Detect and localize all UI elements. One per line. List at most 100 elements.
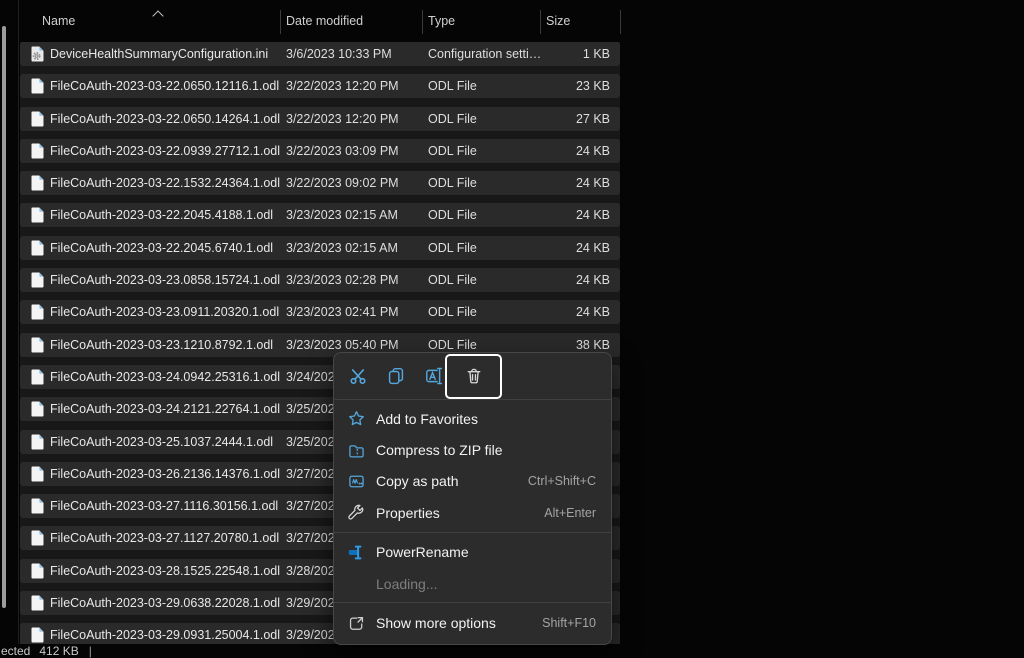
cut-icon[interactable] <box>339 357 377 395</box>
file-date-modified: 3/23/2023 02:28 PM <box>286 273 399 287</box>
file-type: ODL File <box>428 144 477 158</box>
file-name: FileCoAuth-2023-03-29.0638.22028.1.odl <box>50 596 280 610</box>
file-name: FileCoAuth-2023-03-27.1127.20780.1.odl <box>50 531 279 545</box>
file-date-modified: 3/24/202 <box>286 370 335 384</box>
file-name: FileCoAuth-2023-03-22.2045.6740.1.odl <box>50 241 273 255</box>
column-divider[interactable] <box>280 10 281 34</box>
zip-folder-icon <box>348 442 365 459</box>
odl-file-icon <box>31 240 44 256</box>
file-name: FileCoAuth-2023-03-22.1532.24364.1.odl <box>50 176 280 190</box>
file-size: 24 KB <box>576 176 610 190</box>
menu-divider <box>334 532 611 533</box>
file-date-modified: 3/23/2023 02:15 AM <box>286 208 398 222</box>
status-size-text: 412 KB <box>39 644 78 658</box>
odl-file-icon <box>31 111 44 127</box>
file-row[interactable]: DeviceHealthSummaryConfiguration.ini 3/6… <box>20 42 620 66</box>
context-menu-item[interactable]: Loading... <box>334 568 611 599</box>
file-date-modified: 3/22/2023 03:09 PM <box>286 144 399 158</box>
file-size: 24 KB <box>576 241 610 255</box>
file-row[interactable]: FileCoAuth-2023-03-22.1532.24364.1.odl 3… <box>20 171 620 195</box>
power-rename-icon <box>348 544 365 561</box>
context-menu-items: Add to Favorites Compress to ZIP file Co… <box>334 400 611 639</box>
odl-file-icon <box>31 337 44 353</box>
file-type: ODL File <box>428 176 477 190</box>
odl-file-icon <box>31 304 44 320</box>
context-menu-item[interactable]: Properties Alt+Enter <box>334 497 611 528</box>
column-header-date-modified[interactable]: Date modified <box>286 14 363 28</box>
context-menu-item[interactable]: Compress to ZIP file <box>334 434 611 465</box>
file-date-modified: 3/22/2023 12:20 PM <box>286 79 399 93</box>
delete-focus-ring <box>445 354 502 399</box>
file-name: FileCoAuth-2023-03-26.2136.14376.1.odl <box>50 467 280 481</box>
pane-divider <box>18 0 19 658</box>
file-date-modified: 3/27/202 <box>286 467 335 481</box>
status-selection-text: ected <box>1 644 30 658</box>
column-header-type[interactable]: Type <box>428 14 455 28</box>
column-divider[interactable] <box>422 10 423 34</box>
context-menu-item[interactable]: PowerRename <box>334 537 611 568</box>
file-size: 1 KB <box>583 47 610 61</box>
context-menu: Add to Favorites Compress to ZIP file Co… <box>333 352 612 645</box>
file-name: FileCoAuth-2023-03-25.1037.2444.1.odl <box>50 435 273 449</box>
odl-file-icon <box>31 401 44 417</box>
file-type: ODL File <box>428 208 477 222</box>
odl-file-icon <box>31 627 44 643</box>
odl-file-icon <box>31 530 44 546</box>
file-row[interactable]: FileCoAuth-2023-03-22.2045.6740.1.odl 3/… <box>20 236 620 260</box>
file-type: Configuration setti… <box>428 47 541 61</box>
file-size: 24 KB <box>576 305 610 319</box>
odl-file-icon <box>31 466 44 482</box>
file-row[interactable]: FileCoAuth-2023-03-22.0650.14264.1.odl 3… <box>20 107 620 131</box>
file-row[interactable]: FileCoAuth-2023-03-22.0939.27712.1.odl 3… <box>20 139 620 163</box>
file-name: FileCoAuth-2023-03-29.0931.25004.1.odl <box>50 628 280 642</box>
file-name: FileCoAuth-2023-03-22.0650.14264.1.odl <box>50 112 280 126</box>
file-size: 24 KB <box>576 273 610 287</box>
column-header-size[interactable]: Size <box>546 14 570 28</box>
file-type: ODL File <box>428 338 477 352</box>
copy-icon[interactable] <box>377 357 415 395</box>
file-date-modified: 3/22/2023 09:02 PM <box>286 176 399 190</box>
file-row[interactable]: FileCoAuth-2023-03-22.0650.12116.1.odl 3… <box>20 74 620 98</box>
file-size: 23 KB <box>576 79 610 93</box>
file-name: FileCoAuth-2023-03-24.2121.22764.1.odl <box>50 402 280 416</box>
file-name: FileCoAuth-2023-03-22.0650.12116.1.odl <box>50 79 279 93</box>
column-header-name[interactable]: Name <box>42 14 75 28</box>
file-type: ODL File <box>428 305 477 319</box>
file-date-modified: 3/25/202 <box>286 435 335 449</box>
context-menu-item[interactable]: Copy as path Ctrl+Shift+C <box>334 466 611 497</box>
show-more-icon <box>348 615 365 632</box>
file-date-modified: 3/29/202 <box>286 628 335 642</box>
odl-file-icon <box>31 78 44 94</box>
star-icon <box>348 410 365 427</box>
file-name: FileCoAuth-2023-03-23.0911.20320.1.odl <box>50 305 279 319</box>
file-name: FileCoAuth-2023-03-23.0858.15724.1.odl <box>50 273 280 287</box>
file-row[interactable]: FileCoAuth-2023-03-23.0911.20320.1.odl 3… <box>20 300 620 324</box>
odl-file-icon <box>31 175 44 191</box>
status-divider: | <box>89 644 92 658</box>
left-pane-scrollbar[interactable] <box>2 26 6 608</box>
file-name: FileCoAuth-2023-03-24.0942.25316.1.odl <box>50 370 280 384</box>
file-type: ODL File <box>428 273 477 287</box>
column-divider[interactable] <box>620 10 621 34</box>
odl-file-icon <box>31 498 44 514</box>
context-menu-item[interactable]: Add to Favorites <box>334 403 611 434</box>
file-type: ODL File <box>428 79 477 93</box>
file-row[interactable]: FileCoAuth-2023-03-23.0858.15724.1.odl 3… <box>20 268 620 292</box>
file-name: FileCoAuth-2023-03-27.1116.30156.1.odl <box>50 499 278 513</box>
file-size: 24 KB <box>576 208 610 222</box>
context-menu-toolbar <box>334 353 611 399</box>
file-type: ODL File <box>428 112 477 126</box>
column-header-row: Name Date modified Type Size <box>20 8 620 36</box>
context-menu-item[interactable]: Show more options Shift+F10 <box>334 607 611 638</box>
file-date-modified: 3/28/202 <box>286 564 335 578</box>
file-size: 38 KB <box>576 338 610 352</box>
column-divider[interactable] <box>540 10 541 34</box>
wrench-icon <box>348 504 365 521</box>
file-row[interactable]: FileCoAuth-2023-03-22.2045.4188.1.odl 3/… <box>20 203 620 227</box>
file-date-modified: 3/22/2023 12:20 PM <box>286 112 399 126</box>
odl-file-icon <box>31 434 44 450</box>
copy-as-path-icon <box>348 473 365 490</box>
status-bar: ected 412 KB | <box>0 644 1024 658</box>
delete-icon[interactable] <box>455 357 493 395</box>
file-type: ODL File <box>428 241 477 255</box>
